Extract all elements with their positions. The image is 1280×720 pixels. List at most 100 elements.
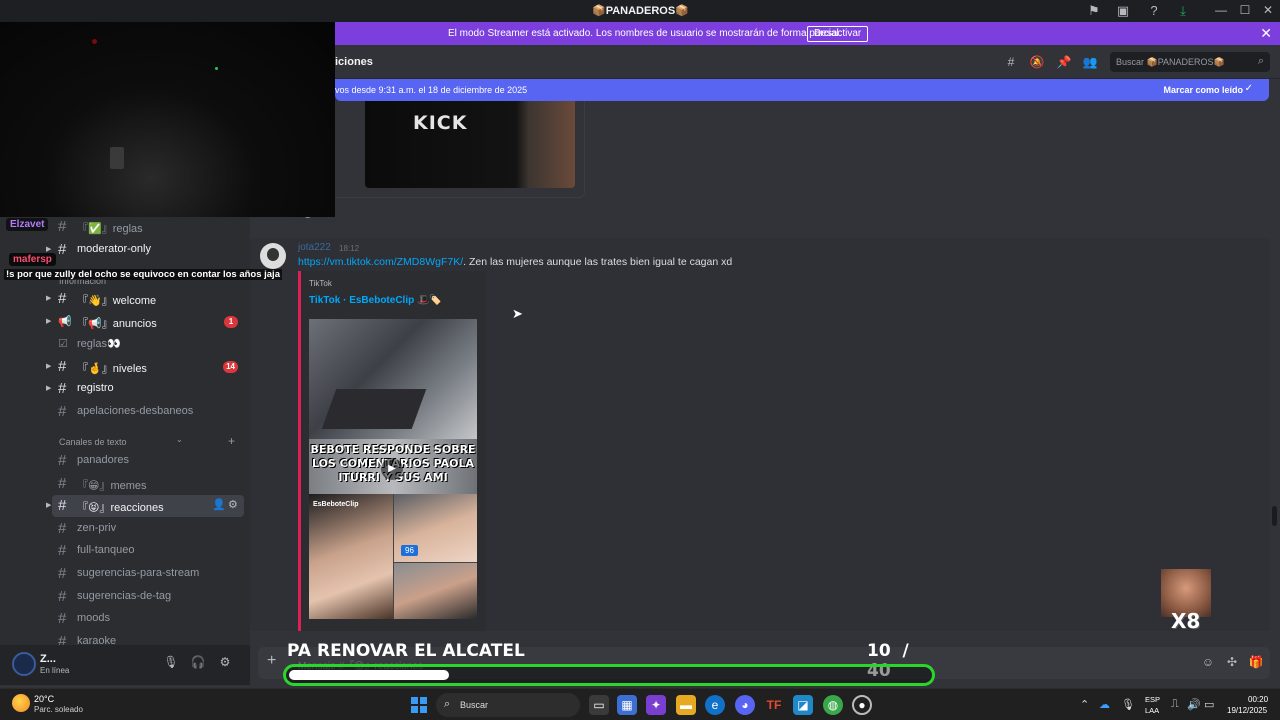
volume-icon[interactable]: 🔊 (1187, 698, 1201, 711)
user-status: En línea (40, 666, 70, 675)
search-icon: ⌕ (1257, 55, 1264, 67)
sidebar-channel-item[interactable]: # sugerencias-de-tag (52, 586, 244, 608)
play-icon[interactable]: ▶ (381, 458, 403, 480)
threads-icon[interactable]: # (1003, 55, 1019, 71)
tray-mic-icon[interactable]: 🎙 (1121, 698, 1135, 711)
chat-scrollbar[interactable] (1271, 101, 1277, 631)
sidebar-channel-label: 『👋』welcome (77, 295, 157, 307)
mark-as-read-button[interactable]: Marcar como leído (1163, 85, 1243, 95)
channel-settings-icon[interactable]: ⚙ (228, 498, 238, 511)
message-link[interactable]: https://vm.tiktok.com/ZMD8WgF7K/ (298, 256, 463, 268)
weather-temperature[interactable]: 20°C (34, 694, 54, 704)
app-green-icon[interactable]: ◍ (823, 695, 843, 715)
mouse-cursor-icon: ➤ (512, 306, 523, 321)
avatar[interactable] (12, 652, 36, 676)
sidebar-channel-item[interactable]: # ▶ 『👋』welcome (46, 288, 244, 310)
language-primary[interactable]: ESP (1145, 695, 1160, 704)
member-list-icon[interactable]: 👥 (1082, 55, 1098, 71)
sidebar-channel-item[interactable]: # full-tanqueo (52, 540, 244, 562)
windows-start-icon[interactable] (411, 697, 427, 713)
weather-icon[interactable] (12, 694, 30, 712)
close-banner-icon[interactable]: ✕ (1260, 25, 1272, 42)
invite-icon[interactable]: 👤 (212, 498, 226, 511)
close-window-button[interactable]: ✕ (1260, 2, 1276, 18)
inbox-flag-icon[interactable]: ⚑ (1086, 3, 1102, 19)
sidebar-channel-item[interactable]: # 『😁』memes (52, 473, 244, 495)
emoji-icon[interactable]: ☺ (1200, 655, 1216, 671)
download-icon[interactable]: ⤓ (1175, 3, 1191, 19)
tf-app-icon[interactable]: TF (764, 695, 784, 715)
sidebar-channel-label: 『🤞』niveles (77, 362, 147, 375)
embed-thumbnail[interactable]: BEBOTE RESPONDE SOBRE LOS COMENTARIOS PA… (309, 319, 477, 619)
sidebar-channel-label: 『😁』memes (77, 479, 147, 492)
unread-caret-icon: ▶ (46, 295, 52, 302)
gift-icon[interactable]: 🎁 (1248, 655, 1264, 671)
disable-streamer-button[interactable]: Desactivar (807, 26, 869, 42)
sidebar-channel-item[interactable]: # panadores (52, 450, 244, 472)
clock-date[interactable]: 19/12/2025 (1227, 706, 1267, 715)
embed-author[interactable]: TikTok · EsBeboteClip 🎩🏷️ (309, 295, 442, 306)
webcam-light-green (215, 67, 218, 70)
battery-icon[interactable]: ▭ (1204, 698, 1214, 711)
taskbar-search[interactable]: ⌕ Buscar (436, 693, 580, 717)
attach-plus-icon[interactable]: + (267, 652, 276, 670)
discord-icon[interactable]: ◕ (735, 695, 755, 715)
hash-icon: # (58, 542, 67, 560)
hash-icon: # (58, 380, 67, 398)
copilot-icon[interactable]: ✦ (646, 695, 666, 715)
headphones-icon[interactable]: 🎧 (190, 655, 206, 671)
sidebar-channel-item[interactable]: # ▶ registro (46, 378, 244, 400)
apps-icon[interactable]: ✣ (1224, 655, 1240, 671)
category-text-channels[interactable]: Canales de texto (59, 437, 127, 447)
hash-icon: # (58, 497, 67, 515)
message-avatar[interactable] (260, 243, 286, 269)
clock-time[interactable]: 00:20 (1248, 695, 1268, 704)
previous-embed-image[interactable]: KICK (365, 101, 575, 188)
sidebar-channel-label: 『📢』anuncios (77, 317, 157, 330)
onedrive-icon[interactable]: ☁ (1099, 698, 1110, 711)
search-input[interactable]: Buscar 📦PANADEROS📦 ⌕ (1110, 52, 1270, 72)
settings-gear-icon[interactable]: ⚙ (217, 655, 233, 671)
network-icon[interactable]: ⎍ (1171, 698, 1179, 711)
thumbnail-keyboard-shape (321, 389, 427, 429)
message-username[interactable]: jota222 (298, 242, 331, 253)
file-explorer-icon[interactable]: ▬ (676, 695, 696, 715)
taskbar-search-placeholder: Buscar (460, 700, 489, 710)
sidebar-channel-item[interactable]: # zen-priv (52, 518, 244, 540)
help-icon[interactable]: ? (1146, 3, 1162, 19)
microphone-icon[interactable]: 🎙 (163, 655, 179, 671)
task-view-icon[interactable]: ▭ (589, 695, 609, 715)
rules-icon: ☑ (58, 338, 68, 351)
user-name[interactable]: Z... (40, 653, 56, 665)
streamer-mode-banner: El modo Streamer está activado. Los nomb… (335, 22, 1280, 45)
goal-progress-track (283, 664, 935, 686)
add-channel-icon[interactable]: + (228, 434, 235, 448)
sidebar-channel-item[interactable]: # ▶ 『🤞』niveles 14 (46, 356, 244, 378)
weather-condition[interactable]: Parc. soleado (34, 705, 83, 714)
sidebar-channel-item[interactable]: # sugerencias-para-stream (52, 563, 244, 585)
scrollbar-thumb[interactable] (1272, 506, 1277, 526)
photos-icon[interactable]: ◪ (793, 695, 813, 715)
kick-logo-text: KICK (413, 112, 468, 134)
sidebar-channel-item[interactable]: # ▶ 『😝』reacciones 👤 ⚙ (46, 495, 244, 518)
notifications-bell-icon[interactable]: 🔕 (1029, 55, 1045, 71)
pin-icon[interactable]: 📌 (1056, 55, 1072, 71)
goal-title: PA RENOVAR EL ALCATEL (287, 641, 525, 661)
sidebar-channel-item[interactable]: ☑ reglas👀 (52, 333, 244, 355)
sidebar-channel-item[interactable]: 📢 ▶ 『📢』anuncios 1 (46, 311, 244, 333)
maximize-button[interactable]: ☐ (1237, 2, 1253, 18)
sidebar-channel-item[interactable]: # apelaciones-desbaneos (52, 401, 244, 423)
edge-icon[interactable]: e (705, 695, 725, 715)
sidebar-channel-label: moods (77, 612, 111, 625)
sidebar-channel-item[interactable]: # moods (52, 608, 244, 630)
language-secondary[interactable]: LAA (1145, 706, 1159, 715)
minimize-button[interactable]: — (1213, 2, 1229, 18)
tray-chevron-up-icon[interactable]: ⌃ (1080, 698, 1089, 711)
emote-overlay: X8 (1161, 569, 1211, 633)
new-messages-bar[interactable]: vos desde 9:31 a.m. el 18 de diciembre d… (335, 79, 1269, 101)
sidebar-channel-label: sugerencias-para-stream (77, 567, 200, 579)
obs-icon[interactable]: ● (852, 695, 872, 715)
webcam-overlay (0, 22, 335, 217)
screen-icon[interactable]: ▣ (1115, 3, 1131, 19)
store-icon[interactable]: ▦ (617, 695, 637, 715)
